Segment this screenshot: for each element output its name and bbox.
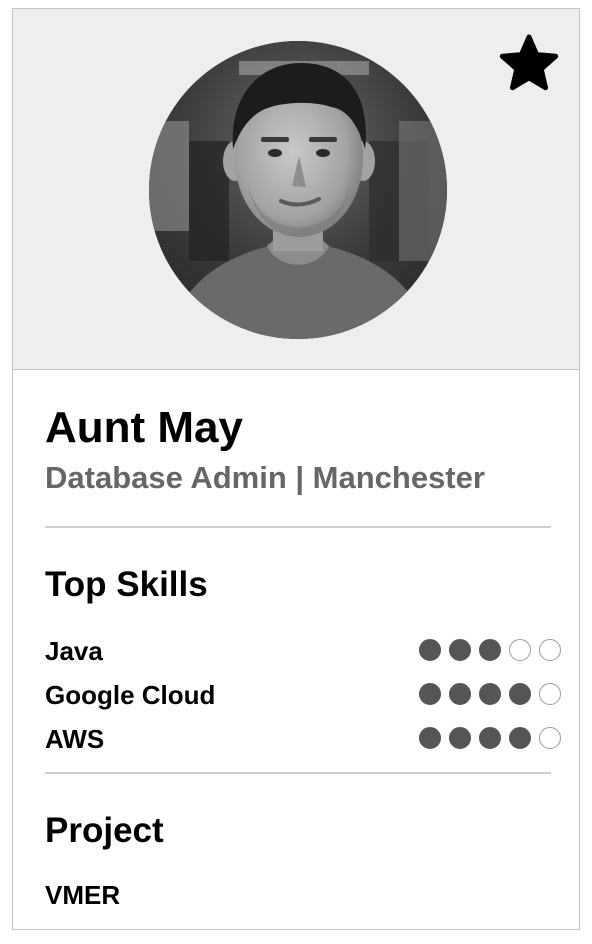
rating-dot-filled xyxy=(419,727,441,749)
rating-dot-empty xyxy=(539,727,561,749)
rating-dot-filled xyxy=(419,683,441,705)
rating-dot-filled xyxy=(479,639,501,661)
avatar xyxy=(149,41,447,339)
rating-dot-empty xyxy=(509,639,531,661)
rating-dot-filled xyxy=(479,683,501,705)
project-name: VMER xyxy=(45,880,121,910)
star-icon xyxy=(499,34,559,91)
favorite-button[interactable] xyxy=(497,31,561,95)
profile-name: Aunt May xyxy=(45,403,243,452)
profile-header xyxy=(13,9,579,370)
skill-rating xyxy=(419,639,563,663)
skill-row-aws: AWS xyxy=(45,722,563,756)
profile-card: Aunt May Database Admin | Manchester Top… xyxy=(12,8,580,930)
rating-dot-filled xyxy=(479,727,501,749)
rating-dot-filled xyxy=(419,639,441,661)
rating-dot-filled xyxy=(449,639,471,661)
skill-name: AWS xyxy=(45,724,105,754)
skill-name: Google Cloud xyxy=(45,680,216,710)
divider xyxy=(45,772,551,774)
rating-dot-filled xyxy=(509,683,531,705)
skill-rating xyxy=(419,727,563,751)
rating-dot-empty xyxy=(539,639,561,661)
project-title: Project xyxy=(45,811,164,850)
profile-subtitle: Database Admin | Manchester xyxy=(45,460,485,495)
skill-row-google-cloud: Google Cloud xyxy=(45,678,563,712)
rating-dot-filled xyxy=(449,683,471,705)
rating-dot-empty xyxy=(539,683,561,705)
skill-rating xyxy=(419,683,563,707)
skill-name: Java xyxy=(45,636,103,666)
rating-dot-filled xyxy=(509,727,531,749)
skills-title: Top Skills xyxy=(45,565,208,604)
avatar-photo xyxy=(149,41,447,339)
skill-row-java: Java xyxy=(45,634,563,668)
divider xyxy=(45,526,551,528)
rating-dot-filled xyxy=(449,727,471,749)
